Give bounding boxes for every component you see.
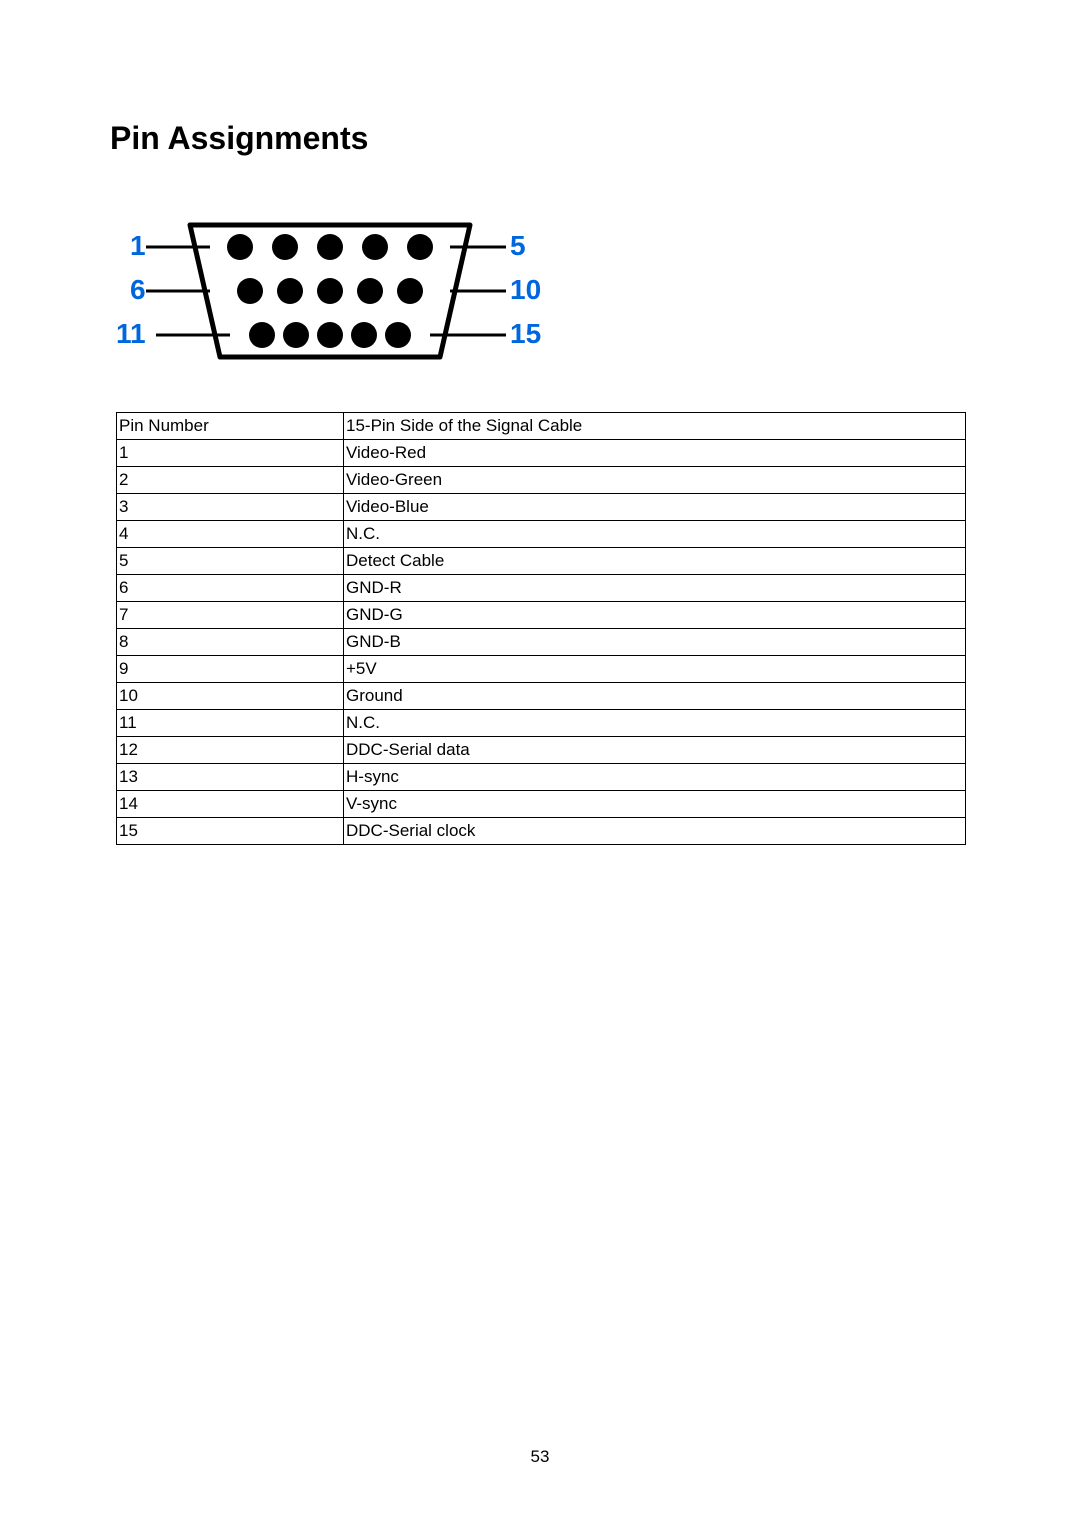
table-row: 4N.C.: [117, 521, 966, 548]
pin-number-cell: 13: [117, 764, 344, 791]
pin-label-6: 6: [130, 274, 146, 305]
table-row: 2Video-Green: [117, 467, 966, 494]
signal-cell: V-sync: [344, 791, 966, 818]
pin-label-11: 11: [116, 318, 146, 349]
pin-number-cell: 10: [117, 683, 344, 710]
pin-number-cell: 4: [117, 521, 344, 548]
header-signal: 15-Pin Side of the Signal Cable: [344, 413, 966, 440]
pin-number-cell: 5: [117, 548, 344, 575]
table-row: 8GND-B: [117, 629, 966, 656]
page-title: Pin Assignments: [110, 120, 970, 157]
signal-cell: Video-Red: [344, 440, 966, 467]
table-row: 7GND-G: [117, 602, 966, 629]
signal-cell: DDC-Serial data: [344, 737, 966, 764]
pin-label-10: 10: [510, 274, 541, 305]
signal-cell: N.C.: [344, 521, 966, 548]
table-row: 15DDC-Serial clock: [117, 818, 966, 845]
table-row: 3Video-Blue: [117, 494, 966, 521]
signal-cell: H-sync: [344, 764, 966, 791]
signal-cell: N.C.: [344, 710, 966, 737]
pin-number-cell: 15: [117, 818, 344, 845]
signal-cell: GND-R: [344, 575, 966, 602]
pin-number-cell: 6: [117, 575, 344, 602]
page-number: 53: [0, 1447, 1080, 1467]
signal-cell: Video-Green: [344, 467, 966, 494]
signal-cell: Video-Blue: [344, 494, 966, 521]
signal-cell: GND-G: [344, 602, 966, 629]
table-row: 6GND-R: [117, 575, 966, 602]
pin-number-cell: 3: [117, 494, 344, 521]
pin-assignments-table: Pin Number 15-Pin Side of the Signal Cab…: [116, 412, 966, 845]
pin-label-5: 5: [510, 230, 526, 261]
pin-number-cell: 1: [117, 440, 344, 467]
table-row: 14V-sync: [117, 791, 966, 818]
signal-cell: GND-B: [344, 629, 966, 656]
header-pin-number: Pin Number: [117, 413, 344, 440]
table-row: 13H-sync: [117, 764, 966, 791]
table-row: 12DDC-Serial data: [117, 737, 966, 764]
table-row: 9+5V: [117, 656, 966, 683]
table-row: 10Ground: [117, 683, 966, 710]
table-row: 1Video-Red: [117, 440, 966, 467]
pin-number-cell: 14: [117, 791, 344, 818]
pin-number-cell: 12: [117, 737, 344, 764]
pin-number-cell: 9: [117, 656, 344, 683]
table-row: 5Detect Cable: [117, 548, 966, 575]
pin-number-cell: 8: [117, 629, 344, 656]
pin-number-cell: 2: [117, 467, 344, 494]
signal-cell: Detect Cable: [344, 548, 966, 575]
pin-number-cell: 11: [117, 710, 344, 737]
table-row: 11N.C.: [117, 710, 966, 737]
pin-label-1: 1: [130, 230, 146, 261]
signal-cell: Ground: [344, 683, 966, 710]
signal-cell: +5V: [344, 656, 966, 683]
table-header-row: Pin Number 15-Pin Side of the Signal Cab…: [117, 413, 966, 440]
signal-cell: DDC-Serial clock: [344, 818, 966, 845]
connector-diagram: 1 6 11 5 10 15: [110, 207, 970, 382]
pin-label-15: 15: [510, 318, 541, 349]
pin-number-cell: 7: [117, 602, 344, 629]
